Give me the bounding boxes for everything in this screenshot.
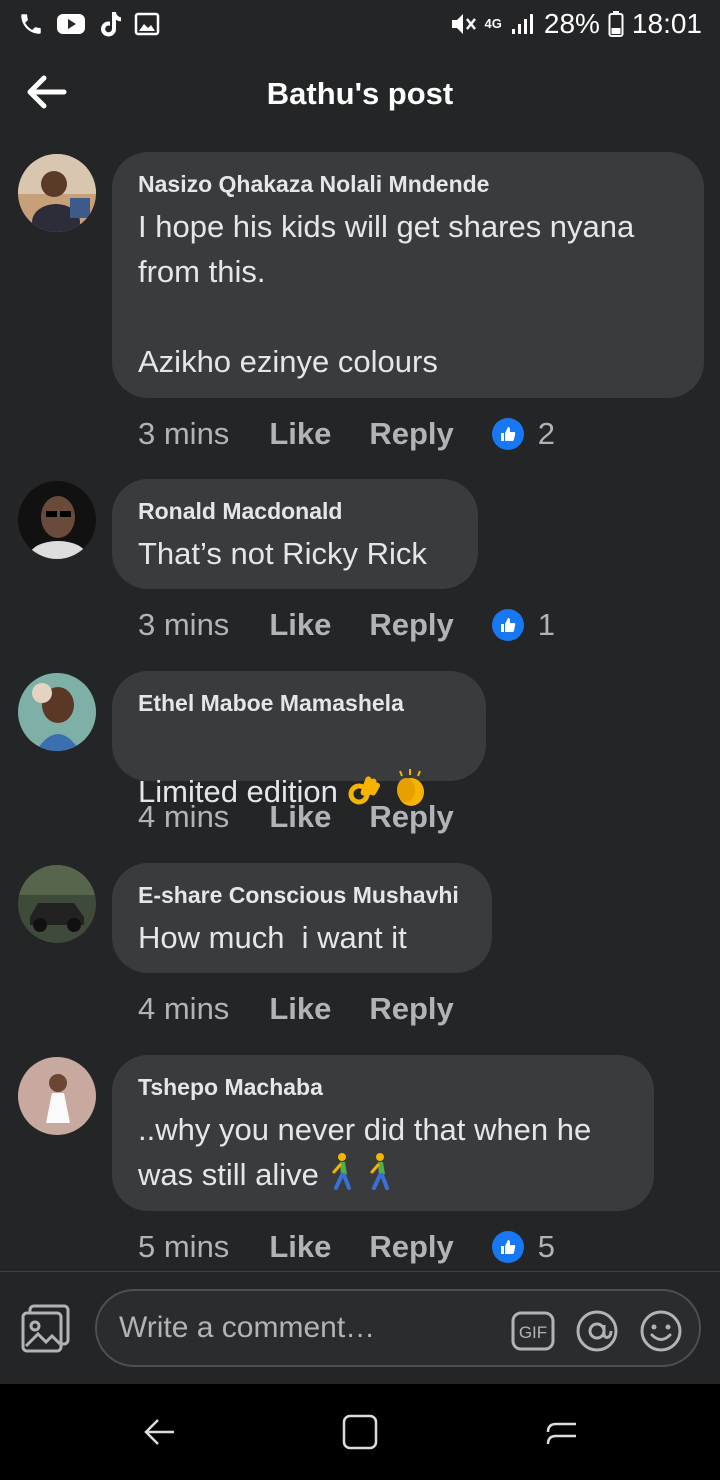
comment-author[interactable]: Tshepo Machaba <box>138 1073 628 1101</box>
header: Bathu's post <box>0 50 720 140</box>
comment-composer: Write a comment… GIF <box>0 1271 720 1384</box>
reply-button[interactable]: Reply <box>369 991 453 1027</box>
comment-time: 3 mins <box>138 416 230 451</box>
comment-author[interactable]: E-share Conscious Mushavhi <box>138 881 466 909</box>
comment-author[interactable]: Ethel Maboe Mamashela <box>138 689 460 717</box>
gallery-icon <box>134 12 160 36</box>
emoji-icon[interactable] <box>639 1309 683 1353</box>
comment-bubble[interactable]: Ronald Macdonald That’s not Ricky Rick <box>112 479 478 589</box>
comment-time: 4 mins <box>138 991 230 1026</box>
avatar[interactable] <box>18 154 96 232</box>
comment-actions: 5 mins Like Reply 5 <box>138 1227 555 1267</box>
comment-time: 5 mins <box>138 1229 230 1264</box>
avatar[interactable] <box>18 481 96 559</box>
nav-back-icon[interactable] <box>140 1412 180 1452</box>
like-button[interactable]: Like <box>269 1229 331 1265</box>
comment-bubble[interactable]: Nasizo Qhakaza Nolali Mndende I hope his… <box>112 152 704 398</box>
mute-icon <box>451 14 476 34</box>
status-system-icons: 4G 28% 18:01 <box>449 6 702 42</box>
person-walking-icon <box>365 1152 395 1202</box>
nav-home-icon[interactable] <box>340 1412 380 1452</box>
gif-icon[interactable]: GIF <box>511 1309 555 1353</box>
system-navigation-bar <box>0 1384 720 1480</box>
tiktok-icon <box>101 12 121 37</box>
like-button[interactable]: Like <box>269 991 331 1027</box>
comment-author[interactable]: Nasizo Qhakaza Nolali Mndende <box>138 170 678 198</box>
comment-input[interactable]: Write a comment… GIF <box>95 1289 701 1367</box>
like-reaction-icon[interactable] <box>491 609 524 641</box>
phone-icon <box>21 14 41 34</box>
page-title: Bathu's post <box>266 76 454 111</box>
comment-actions: 4 mins Like Reply <box>138 797 492 837</box>
like-reaction-icon[interactable] <box>491 418 524 450</box>
comment-time: 4 mins <box>138 799 230 834</box>
comment-time: 3 mins <box>138 607 230 642</box>
person-walking-icon <box>327 1152 357 1202</box>
like-button[interactable]: Like <box>269 607 331 643</box>
avatar[interactable] <box>18 673 96 751</box>
comment-text: That’s not Ricky Rick <box>138 536 427 571</box>
comment-actions: 3 mins Like Reply 1 <box>138 605 555 645</box>
signal-icon <box>511 14 533 34</box>
reaction-count[interactable]: 1 <box>538 607 555 643</box>
clock: 18:01 <box>631 8 702 39</box>
comment-actions: 3 mins Like Reply 2 <box>138 414 555 454</box>
like-button[interactable]: Like <box>269 799 331 835</box>
reaction-count[interactable]: 5 <box>538 1229 555 1265</box>
reply-button[interactable]: Reply <box>369 416 453 452</box>
comment-bubble[interactable]: E-share Conscious Mushavhi How much i wa… <box>112 863 492 973</box>
like-button[interactable]: Like <box>269 416 331 452</box>
mention-icon[interactable] <box>575 1309 619 1353</box>
comment-author[interactable]: Ronald Macdonald <box>138 497 452 525</box>
gif-label: GIF <box>519 1323 547 1342</box>
battery-icon <box>608 11 624 37</box>
status-bar: 4G 28% 18:01 <box>0 0 720 50</box>
comment-actions: 4 mins Like Reply <box>138 989 492 1029</box>
reply-button[interactable]: Reply <box>369 799 453 835</box>
reaction-count[interactable]: 2 <box>538 416 555 452</box>
comment-text: How much i want it <box>138 920 407 955</box>
comment-bubble[interactable]: Ethel Maboe Mamashela Limited edition <box>112 671 486 809</box>
avatar[interactable] <box>18 1057 96 1135</box>
comment-placeholder: Write a comment… <box>119 1311 376 1344</box>
like-reaction-icon[interactable] <box>491 1231 524 1263</box>
reply-button[interactable]: Reply <box>369 607 453 643</box>
comment-text: I hope his kids will get shares nyana fr… <box>138 209 635 379</box>
network-type: 4G <box>484 16 502 31</box>
photo-icon[interactable] <box>20 1302 72 1354</box>
status-notification-icons <box>18 8 160 40</box>
reply-button[interactable]: Reply <box>369 1229 453 1265</box>
battery-percent: 28% <box>543 8 600 39</box>
avatar[interactable] <box>18 865 96 943</box>
comment-text-block: ..why you never did that when he was sti… <box>138 1107 628 1202</box>
comment-bubble[interactable]: Tshepo Machaba ..why you never did that … <box>112 1055 654 1211</box>
youtube-icon <box>57 14 85 34</box>
nav-recents-icon[interactable] <box>542 1412 582 1452</box>
